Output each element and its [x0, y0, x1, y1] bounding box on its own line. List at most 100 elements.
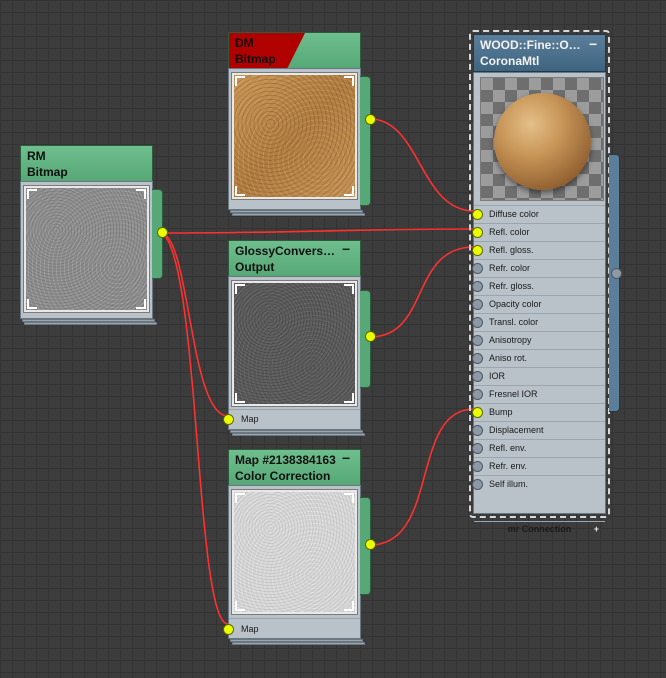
- material-slot-row[interactable]: Refr. env.: [472, 457, 605, 475]
- material-slot-socket[interactable]: [472, 299, 483, 310]
- material-output-tab[interactable]: [609, 154, 620, 412]
- material-slot-row[interactable]: Transl. color: [472, 313, 605, 331]
- corona-material-node[interactable]: WOOD::Fine::O… CoronaMtl − Diffuse color…: [469, 30, 622, 534]
- rm-node-title: RM: [27, 149, 46, 163]
- cc-node-title: Map #2138384163: [235, 453, 336, 467]
- rm-bitmap-node[interactable]: RM Bitmap: [20, 145, 168, 325]
- glossy-node-body: Map: [223, 276, 361, 430]
- material-slot-socket[interactable]: [472, 461, 483, 472]
- material-slot-label: Refr. env.: [489, 461, 527, 471]
- material-slot-row[interactable]: Opacity color: [472, 295, 605, 313]
- minimize-icon[interactable]: −: [342, 451, 350, 465]
- wire-rm-to-refl-color: [161, 228, 475, 234]
- material-slot-socket[interactable]: [472, 479, 483, 490]
- material-slot-row[interactable]: Fresnel IOR: [472, 385, 605, 403]
- material-slot-label: Transl. color: [489, 317, 539, 327]
- material-slot-socket[interactable]: [472, 263, 483, 274]
- dm-output-socket[interactable]: [365, 114, 376, 125]
- material-slot-label: Bump: [489, 407, 513, 417]
- material-node-title: WOOD::Fine::O…: [480, 38, 581, 52]
- material-slot-row[interactable]: Refr. color: [472, 259, 605, 277]
- material-slot-label: Fresnel IOR: [489, 389, 538, 399]
- material-slot-socket[interactable]: [472, 407, 483, 418]
- wire-glossy-to-refl-gloss: [369, 246, 475, 338]
- material-slot-socket[interactable]: [472, 389, 483, 400]
- material-slot-socket[interactable]: [472, 245, 483, 256]
- gray-noise-texture-thumbnail: [24, 186, 149, 312]
- material-slot-label: Diffuse color: [489, 209, 539, 219]
- cc-output-socket[interactable]: [365, 539, 376, 550]
- wood-sphere-preview: [480, 77, 604, 201]
- wire-rm-to-cc-map: [161, 232, 229, 625]
- material-slot-label: Refl. color: [489, 227, 530, 237]
- dm-node-title: DM: [235, 36, 254, 50]
- plus-icon[interactable]: +: [594, 522, 599, 536]
- material-slot-row[interactable]: Refr. gloss.: [472, 277, 605, 295]
- cc-map-input-row[interactable]: Map: [223, 618, 360, 639]
- material-slot-row[interactable]: Diffuse color: [472, 205, 605, 223]
- rm-node-subtitle: Bitmap: [27, 165, 68, 179]
- material-slot-row[interactable]: Bump: [472, 403, 605, 421]
- material-slot-label: Displacement: [489, 425, 544, 435]
- glossy-map-input-label: Map: [241, 414, 259, 424]
- dm-output-tab[interactable]: [360, 76, 371, 206]
- material-slot-label: Refr. gloss.: [489, 281, 535, 291]
- material-slot-label: Opacity color: [489, 299, 542, 309]
- wire-cc-to-bump: [369, 408, 475, 546]
- material-slot-row[interactable]: Refl. env.: [472, 439, 605, 457]
- material-slot-row[interactable]: Anisotropy: [472, 331, 605, 349]
- wire-dm-to-diffuse: [369, 118, 475, 212]
- dm-node-body: [228, 68, 361, 210]
- material-slot-socket[interactable]: [472, 425, 483, 436]
- rm-node-header[interactable]: RM Bitmap: [20, 145, 153, 181]
- color-correction-node[interactable]: Map #2138384163 Color Correction − Map: [223, 449, 376, 645]
- glossy-map-input-socket[interactable]: [223, 414, 234, 425]
- material-output-socket[interactable]: [611, 268, 622, 279]
- material-slot-socket[interactable]: [472, 353, 483, 364]
- dm-node-subtitle: Bitmap: [235, 52, 276, 66]
- light-gray-noise-texture-thumbnail: [232, 490, 357, 614]
- glossy-output-node[interactable]: GlossyConvers… Output − Map: [223, 240, 376, 436]
- material-slot-row[interactable]: Displacement: [472, 421, 605, 439]
- material-slot-socket[interactable]: [472, 281, 483, 292]
- mr-connection-footer[interactable]: mr Connection +: [474, 521, 605, 536]
- wood-sphere: [494, 93, 591, 190]
- material-slot-socket[interactable]: [472, 209, 483, 220]
- material-slot-label: Self illum.: [489, 479, 529, 489]
- material-node-subtitle: CoronaMtl: [480, 54, 540, 68]
- dm-bitmap-node[interactable]: DM Bitmap: [228, 32, 376, 216]
- glossy-node-title: GlossyConvers…: [235, 244, 336, 258]
- material-slot-socket[interactable]: [472, 317, 483, 328]
- rm-node-body: [20, 181, 153, 319]
- cc-node-body: Map: [223, 485, 361, 639]
- rm-output-socket[interactable]: [157, 227, 168, 238]
- material-slot-label: IOR: [489, 371, 506, 381]
- material-slot-row[interactable]: Self illum.: [472, 475, 605, 493]
- cc-map-input-socket[interactable]: [223, 624, 234, 635]
- wood-texture-thumbnail: [232, 73, 357, 199]
- dark-gray-noise-texture-thumbnail: [232, 281, 357, 406]
- glossy-node-subtitle: Output: [235, 260, 275, 274]
- dm-node-header[interactable]: DM Bitmap: [228, 32, 361, 69]
- material-slot-row[interactable]: Aniso rot.: [472, 349, 605, 367]
- material-slot-label: Anisotropy: [489, 335, 532, 345]
- material-slot-label: Aniso rot.: [489, 353, 528, 363]
- material-slot-socket[interactable]: [472, 371, 483, 382]
- material-slot-row[interactable]: Refl. gloss.: [472, 241, 605, 259]
- material-slot-row[interactable]: IOR: [472, 367, 605, 385]
- material-slot-socket[interactable]: [472, 335, 483, 346]
- material-slot-label: Refr. color: [489, 263, 531, 273]
- material-slot-label: Refl. gloss.: [489, 245, 534, 255]
- material-slot-socket[interactable]: [472, 443, 483, 454]
- cc-node-subtitle: Color Correction: [235, 469, 331, 483]
- minimize-icon[interactable]: −: [589, 37, 597, 51]
- material-slot-socket[interactable]: [472, 227, 483, 238]
- glossy-map-input-row[interactable]: Map: [223, 409, 360, 430]
- mr-connection-label: mr Connection: [507, 524, 572, 534]
- material-node-header[interactable]: WOOD::Fine::O… CoronaMtl: [473, 34, 606, 72]
- material-slot-label: Refl. env.: [489, 443, 527, 453]
- material-slot-row[interactable]: Refl. color: [472, 223, 605, 241]
- glossy-output-socket[interactable]: [365, 331, 376, 342]
- cc-map-input-label: Map: [241, 624, 259, 634]
- minimize-icon[interactable]: −: [342, 242, 350, 256]
